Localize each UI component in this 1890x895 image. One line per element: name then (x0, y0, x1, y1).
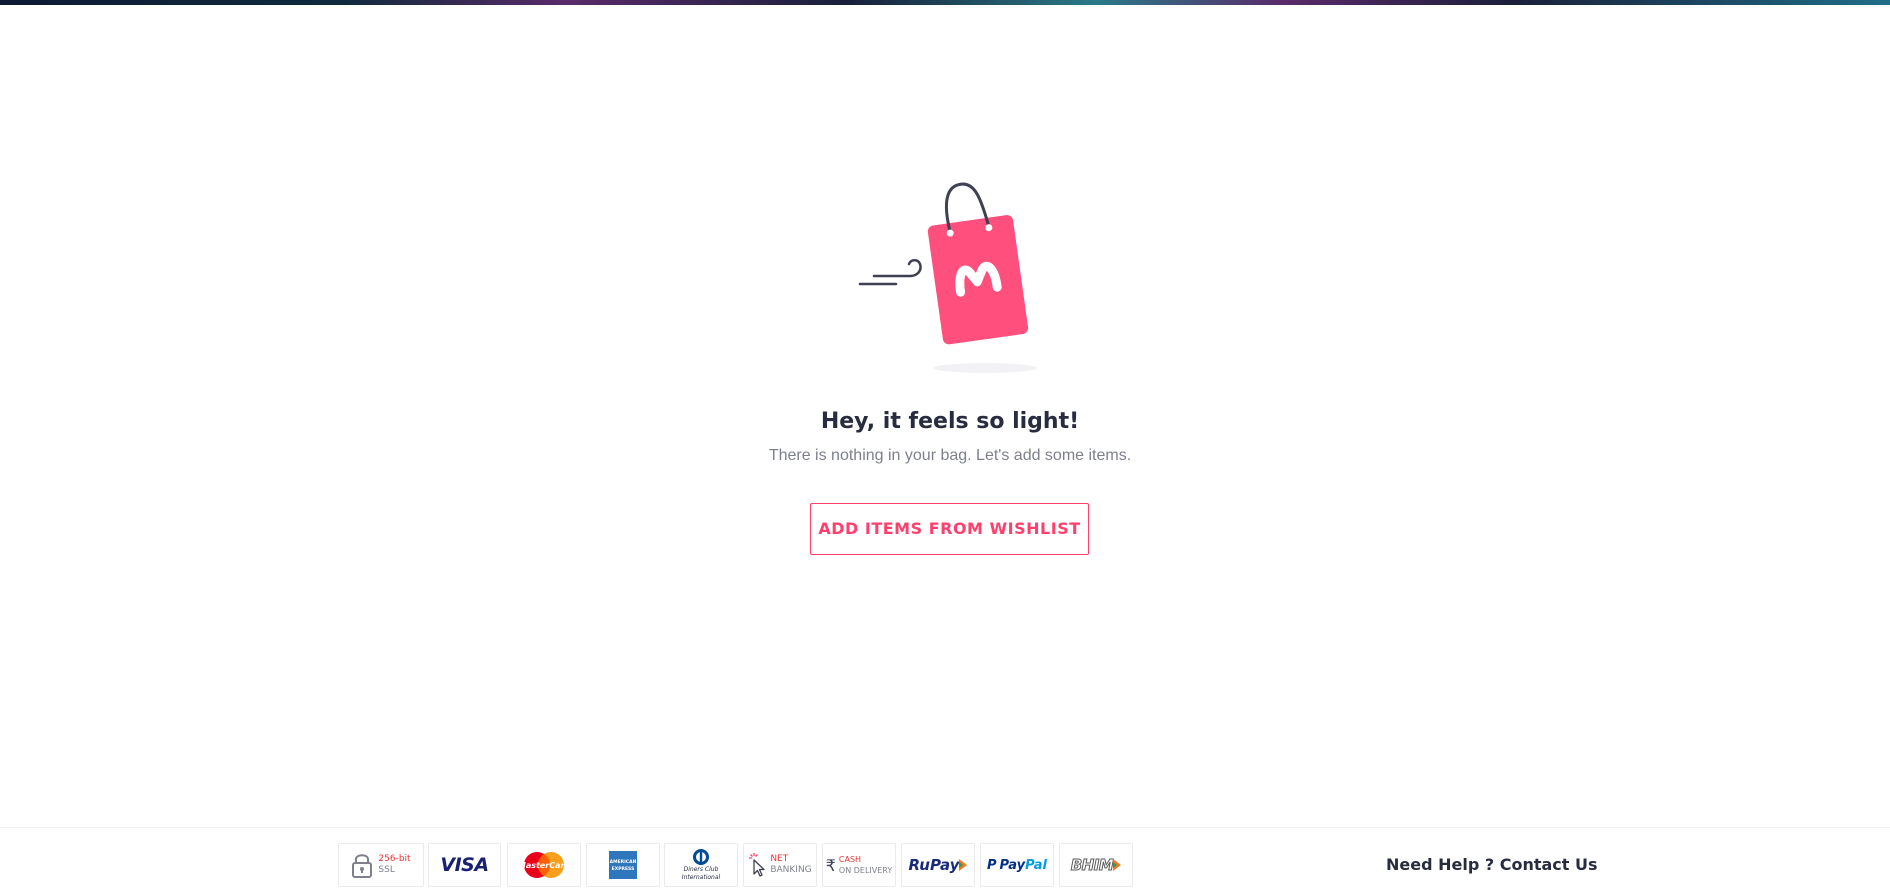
paypal-badge: P Pay Pal (980, 843, 1054, 887)
banking-label: BANKING (770, 865, 812, 875)
ssl-badge: 256-bit SSL (338, 843, 424, 887)
diners-label: Diners Club (683, 866, 719, 873)
contact-us-link[interactable]: Contact Us (1500, 855, 1598, 874)
paypal-p-icon: P (986, 857, 997, 873)
shopping-bag-icon (858, 182, 1037, 373)
footer: 256-bit SSL VISA MasterCard AMERICAN EXP… (0, 827, 1890, 895)
paypal-logo-part-a: Pay (999, 857, 1026, 873)
rupay-logo: RuPay (908, 856, 960, 874)
bhim-logo: BHIM (1070, 856, 1114, 875)
amex-badge: AMERICAN EXPRESS (586, 843, 660, 887)
svg-text:AMERICAN: AMERICAN (610, 859, 637, 865)
empty-bag-subtext: There is nothing in your bag. Let's add … (768, 447, 1132, 464)
visa-logo: VISA (440, 854, 489, 876)
cash-label: CASH (838, 855, 862, 864)
on-delivery-label: ON DELIVERY (838, 866, 893, 875)
diners-club-logo (693, 849, 709, 865)
empty-bag-headline: Hey, it feels so light! (820, 409, 1080, 434)
mastercard-badge: MasterCard (507, 843, 581, 887)
bhim-arrow-icon (1113, 859, 1122, 871)
net-banking-badge: NET BANKING (743, 843, 817, 887)
bhim-badge: BHIM (1059, 843, 1133, 887)
svg-text:MasterCard: MasterCard (519, 861, 569, 870)
lock-icon (352, 854, 373, 878)
net-label: NET (770, 854, 789, 864)
rupay-arrow-icon (959, 859, 968, 871)
need-help-label: Need Help ? (1386, 855, 1495, 874)
cash-on-delivery-badge: ₹ CASH ON DELIVERY (822, 843, 896, 887)
diners-club-badge: Diners Club International (664, 843, 738, 887)
diners-sub-label: International (681, 874, 721, 881)
mastercard-logo: MasterCard (519, 852, 569, 878)
cursor-click-icon (749, 853, 765, 877)
ssl-label: SSL (378, 865, 395, 875)
svg-text:EXPRESS: EXPRESS (612, 866, 635, 872)
amex-logo: AMERICAN EXPRESS (609, 851, 637, 879)
ssl-bits-label: 256-bit (378, 854, 411, 864)
add-items-from-wishlist-button[interactable]: ADD ITEMS FROM WISHLIST (810, 503, 1089, 555)
visa-badge: VISA (428, 843, 501, 887)
rupee-icon: ₹ (825, 855, 836, 875)
paypal-logo-part-b: Pal (1025, 857, 1047, 873)
top-gradient-bar (0, 0, 1890, 5)
rupay-badge: RuPay (901, 843, 975, 887)
need-help-text: Need Help ? Contact Us (1386, 855, 1598, 874)
